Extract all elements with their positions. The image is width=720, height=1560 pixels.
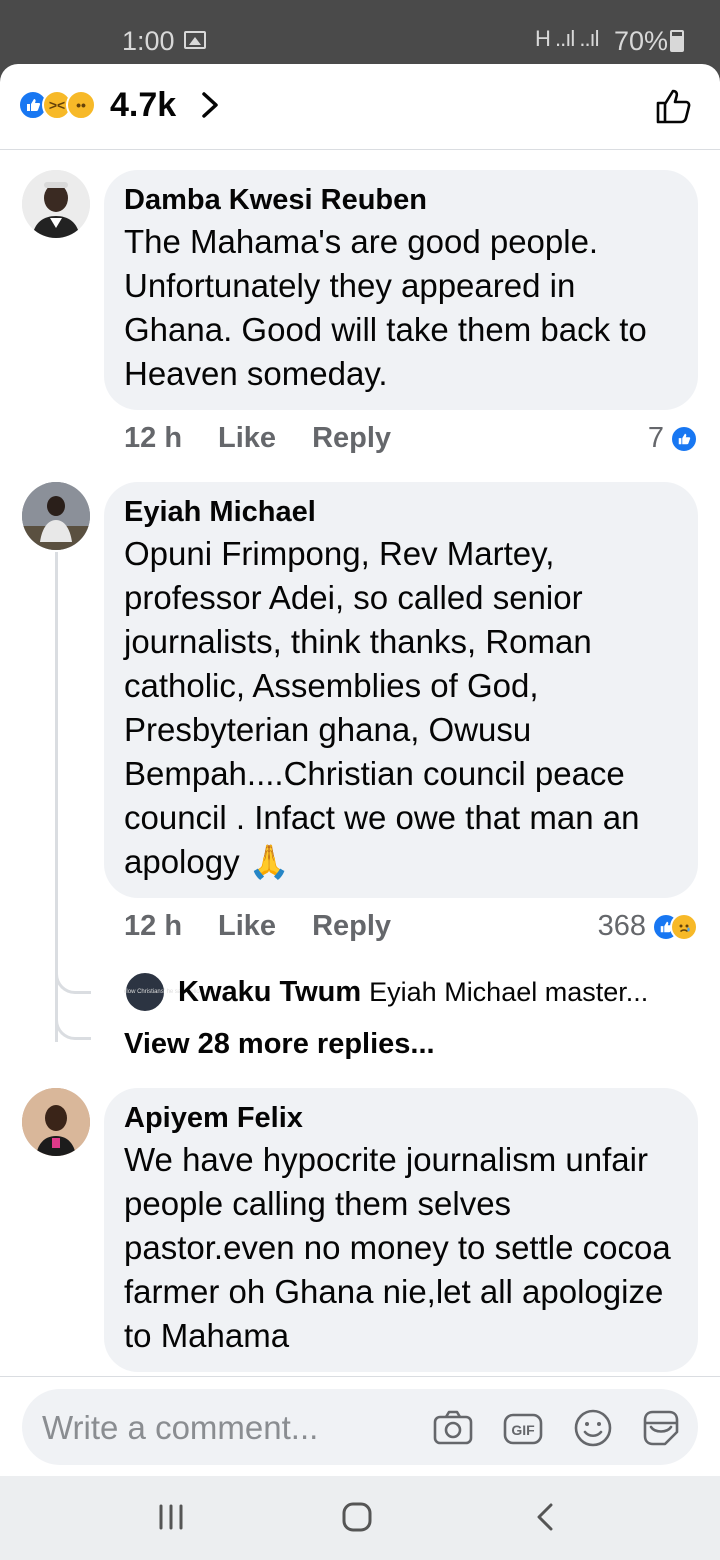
comment-reaction-count: 7	[647, 422, 664, 454]
like-button-icon[interactable]	[654, 86, 694, 126]
reply-preview[interactable]: Some didn't say 'follow Christians' he s…	[124, 968, 694, 1016]
chevron-right-icon[interactable]	[198, 88, 222, 122]
reaction-count[interactable]: 4.7k	[110, 86, 176, 125]
reply-link[interactable]: Reply	[312, 910, 391, 943]
sticker-icon[interactable]	[640, 1407, 682, 1449]
reactions-header: >< •• 4.7k	[0, 64, 720, 150]
comment-composer: Write a comment... GIF	[0, 1376, 720, 1476]
comment-placeholder: Write a comment...	[42, 1409, 319, 1446]
comment-reactions[interactable]: 368	[598, 910, 698, 943]
comment-bubble[interactable]: Apiyem Felix We have hypocrite journalis…	[104, 1088, 698, 1372]
sad-reaction-icon	[670, 912, 698, 941]
battery-icon	[670, 30, 684, 52]
emoji-icon[interactable]	[572, 1407, 614, 1449]
comment-reactions[interactable]: 7	[648, 422, 698, 455]
sad-reaction-icon: ••	[66, 90, 96, 120]
system-nav-bar	[0, 1476, 720, 1560]
avatar[interactable]	[22, 170, 90, 238]
comment-text: The Mahama's are good people. Unfortunat…	[124, 223, 647, 392]
image-notification-icon	[184, 31, 206, 49]
svg-text:GIF: GIF	[511, 1422, 535, 1438]
recent-apps-icon[interactable]	[156, 1500, 186, 1534]
comment-time[interactable]: 12 h	[124, 422, 182, 455]
like-reaction-icon	[670, 424, 698, 453]
comment-author[interactable]: Eyiah Michael	[124, 494, 678, 530]
comment-author[interactable]: Damba Kwesi Reuben	[124, 182, 678, 218]
avatar: Some didn't say 'follow Christians' he s…	[124, 971, 215, 1013]
comment-text: Opuni Frimpong, Rev Martey, professor Ad…	[124, 535, 640, 880]
status-time: 1:00	[122, 26, 175, 56]
home-icon[interactable]	[340, 1500, 374, 1534]
avatar[interactable]	[22, 482, 90, 550]
camera-icon[interactable]	[432, 1407, 474, 1449]
comment-author[interactable]: Apiyem Felix	[124, 1100, 678, 1136]
comment-bubble[interactable]: Eyiah Michael Opuni Frimpong, Rev Martey…	[104, 482, 698, 898]
comment-actions: 12 h Like Reply	[124, 422, 391, 455]
thread-connector	[55, 954, 91, 994]
battery-level: 70%	[614, 26, 669, 56]
comments-sheet: >< •• 4.7k Damba Kwesi Reuben The Mahama…	[0, 64, 720, 1476]
avatar[interactable]	[22, 1088, 90, 1156]
comment-reaction-count: 368	[597, 910, 646, 942]
gif-icon[interactable]: GIF	[502, 1407, 544, 1449]
view-more-replies-link[interactable]: View 28 more replies...	[124, 1028, 435, 1061]
reply-link[interactable]: Reply	[312, 422, 391, 455]
status-bar: 1:00 H ..ıl ..ıl 70%	[0, 0, 720, 70]
reaction-summary[interactable]: >< ••	[18, 90, 96, 122]
comment-text: We have hypocrite journalism unfair peop…	[124, 1141, 671, 1354]
comment-input[interactable]: Write a comment... GIF	[22, 1389, 698, 1465]
reply-text: Eyiah Michael master...	[369, 976, 649, 1007]
thread-connector	[55, 994, 91, 1040]
signal-icon: H ..ıl ..ıl	[535, 26, 600, 51]
reply-author[interactable]: Kwaku Twum	[178, 976, 361, 1009]
comment-time[interactable]: 12 h	[124, 910, 182, 943]
like-link[interactable]: Like	[218, 422, 276, 455]
comment-actions: 12 h Like Reply	[124, 910, 391, 943]
comment-bubble[interactable]: Damba Kwesi Reuben The Mahama's are good…	[104, 170, 698, 410]
like-link[interactable]: Like	[218, 910, 276, 943]
back-icon[interactable]	[532, 1500, 558, 1534]
